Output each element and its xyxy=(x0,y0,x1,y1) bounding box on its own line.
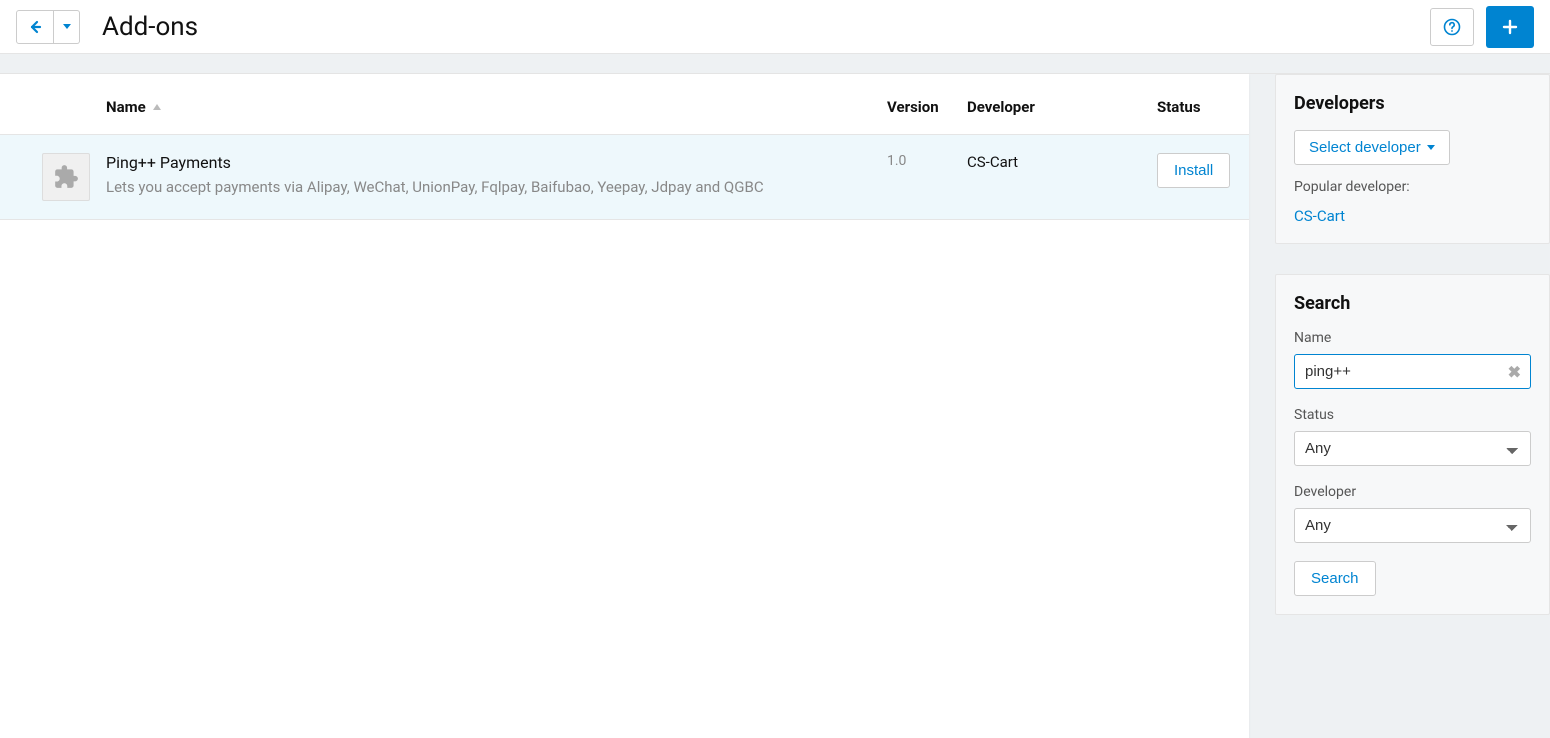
sidebar: Developers Select developer Popular deve… xyxy=(1275,74,1550,645)
col-version-header[interactable]: Version xyxy=(879,74,959,135)
clear-input-icon[interactable]: ✖ xyxy=(1508,362,1521,381)
col-developer-header[interactable]: Developer xyxy=(959,74,1149,135)
install-button[interactable]: Install xyxy=(1157,153,1230,188)
col-icon-header xyxy=(0,74,98,135)
search-heading: Search xyxy=(1294,293,1531,314)
addon-icon xyxy=(42,153,90,201)
main-content: Name Version Developer Status xyxy=(0,74,1550,738)
table-row[interactable]: Ping++ Payments Lets you accept payments… xyxy=(0,135,1249,220)
caret-down-icon xyxy=(1427,145,1435,150)
search-button[interactable]: Search xyxy=(1294,561,1376,596)
search-name-input[interactable] xyxy=(1294,354,1531,389)
subheader-spacer xyxy=(0,54,1550,74)
puzzle-icon xyxy=(53,164,79,190)
help-button[interactable] xyxy=(1430,8,1474,46)
addon-developer: CS-Cart xyxy=(967,153,1018,171)
addons-table: Name Version Developer Status xyxy=(0,74,1249,220)
col-name-label: Name xyxy=(106,98,146,116)
add-button[interactable] xyxy=(1486,6,1534,48)
addon-description: Lets you accept payments via Alipay, WeC… xyxy=(106,176,786,199)
search-developer-label: Developer xyxy=(1294,484,1531,500)
popular-developer-label: Popular developer: xyxy=(1294,179,1531,195)
help-icon xyxy=(1443,18,1461,36)
addon-name: Ping++ Payments xyxy=(106,153,871,172)
page-title: Add-ons xyxy=(102,12,198,42)
search-status-select[interactable]: Any xyxy=(1294,431,1531,466)
select-developer-button[interactable]: Select developer xyxy=(1294,130,1450,165)
caret-down-icon xyxy=(63,24,71,29)
developer-link-cscart[interactable]: CS-Cart xyxy=(1294,207,1345,225)
developers-heading: Developers xyxy=(1294,93,1531,114)
search-panel: Search Name ✖ Status Any Developer Any S… xyxy=(1275,274,1550,615)
sort-asc-icon xyxy=(153,104,161,110)
header-actions xyxy=(1430,6,1534,48)
search-status-label: Status xyxy=(1294,407,1531,423)
addon-version: 1.0 xyxy=(887,153,906,169)
nav-button-group xyxy=(16,10,80,44)
developers-panel: Developers Select developer Popular deve… xyxy=(1275,74,1550,244)
back-button[interactable] xyxy=(16,10,54,44)
col-name-header[interactable]: Name xyxy=(98,74,879,135)
col-status-header[interactable]: Status xyxy=(1149,74,1249,135)
arrow-left-icon xyxy=(27,19,43,35)
search-name-label: Name xyxy=(1294,330,1531,346)
addons-panel: Name Version Developer Status xyxy=(0,74,1249,738)
select-developer-label: Select developer xyxy=(1309,139,1421,156)
search-name-input-wrap: ✖ xyxy=(1294,354,1531,389)
page-header: Add-ons xyxy=(0,0,1550,54)
back-dropdown-button[interactable] xyxy=(54,10,80,44)
plus-icon xyxy=(1501,18,1519,36)
search-developer-select[interactable]: Any xyxy=(1294,508,1531,543)
